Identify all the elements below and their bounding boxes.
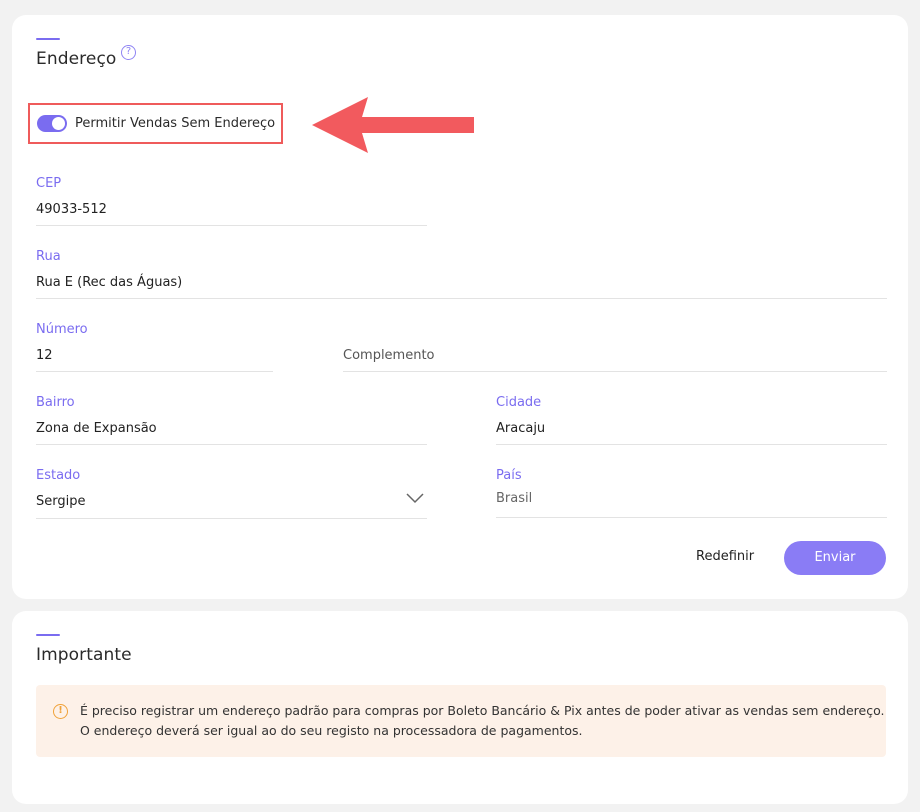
toggle-switch[interactable]: [37, 115, 67, 132]
send-button[interactable]: Enviar: [784, 541, 886, 575]
address-card-title: Endereço: [36, 49, 117, 69]
notice-line-1: É preciso registrar um endereço padrão p…: [80, 703, 885, 718]
reset-button[interactable]: Redefinir: [696, 542, 754, 572]
state-label: Estado: [36, 468, 81, 483]
number-value[interactable]: 12: [36, 348, 53, 363]
street-label: Rua: [36, 249, 61, 264]
important-card-title: Importante: [36, 645, 132, 665]
neighborhood-value[interactable]: Zona de Expansão: [36, 421, 157, 436]
city-underline: [496, 444, 887, 445]
notice-box: ! É preciso registrar um endereço padrão…: [36, 685, 886, 757]
toggle-label: Permitir Vendas Sem Endereço: [75, 116, 276, 131]
country-field: País Brasil: [496, 468, 887, 520]
notice-text: É preciso registrar um endereço padrão p…: [80, 701, 885, 741]
title-accent-line: [36, 634, 60, 636]
street-field[interactable]: Rua Rua E (Rec das Águas): [36, 249, 887, 301]
title-accent-line: [36, 38, 60, 40]
neighborhood-field[interactable]: Bairro Zona de Expansão: [36, 395, 427, 447]
neighborhood-label: Bairro: [36, 395, 75, 410]
street-underline: [36, 298, 887, 299]
cep-label: CEP: [36, 176, 62, 191]
city-label: Cidade: [496, 395, 542, 410]
city-field[interactable]: Cidade Aracaju: [496, 395, 887, 447]
red-arrow-left-icon: [312, 97, 474, 153]
complement-placeholder[interactable]: Complemento: [343, 348, 435, 363]
complement-underline: [343, 371, 887, 372]
cep-underline: [36, 225, 427, 226]
number-underline: [36, 371, 273, 372]
important-card: Importante ! É preciso registrar um ende…: [12, 611, 908, 804]
state-select[interactable]: Estado Sergipe: [36, 468, 427, 520]
address-card: Endereço ? Permitir Vendas Sem Endereço …: [12, 15, 908, 599]
cep-value[interactable]: 49033-512: [36, 202, 107, 217]
street-value[interactable]: Rua E (Rec das Águas): [36, 275, 182, 290]
toggle-knob: [52, 117, 65, 130]
state-underline: [36, 518, 427, 519]
country-label: País: [496, 468, 522, 483]
chevron-down-icon[interactable]: [405, 492, 425, 504]
country-underline: [496, 517, 887, 518]
number-field[interactable]: Número 12: [36, 322, 273, 374]
cep-field[interactable]: CEP 49033-512: [36, 176, 427, 228]
country-value: Brasil: [496, 491, 533, 506]
state-value[interactable]: Sergipe: [36, 494, 85, 509]
number-label: Número: [36, 322, 88, 337]
info-circle-icon: !: [53, 704, 68, 719]
allow-sales-without-address-toggle[interactable]: Permitir Vendas Sem Endereço: [28, 103, 283, 144]
notice-line-2: O endereço deverá ser igual ao do seu re…: [80, 723, 583, 738]
question-circle-icon[interactable]: ?: [121, 45, 136, 60]
city-value[interactable]: Aracaju: [496, 421, 545, 436]
complement-field[interactable]: Complemento: [343, 322, 887, 374]
neighborhood-underline: [36, 444, 427, 445]
